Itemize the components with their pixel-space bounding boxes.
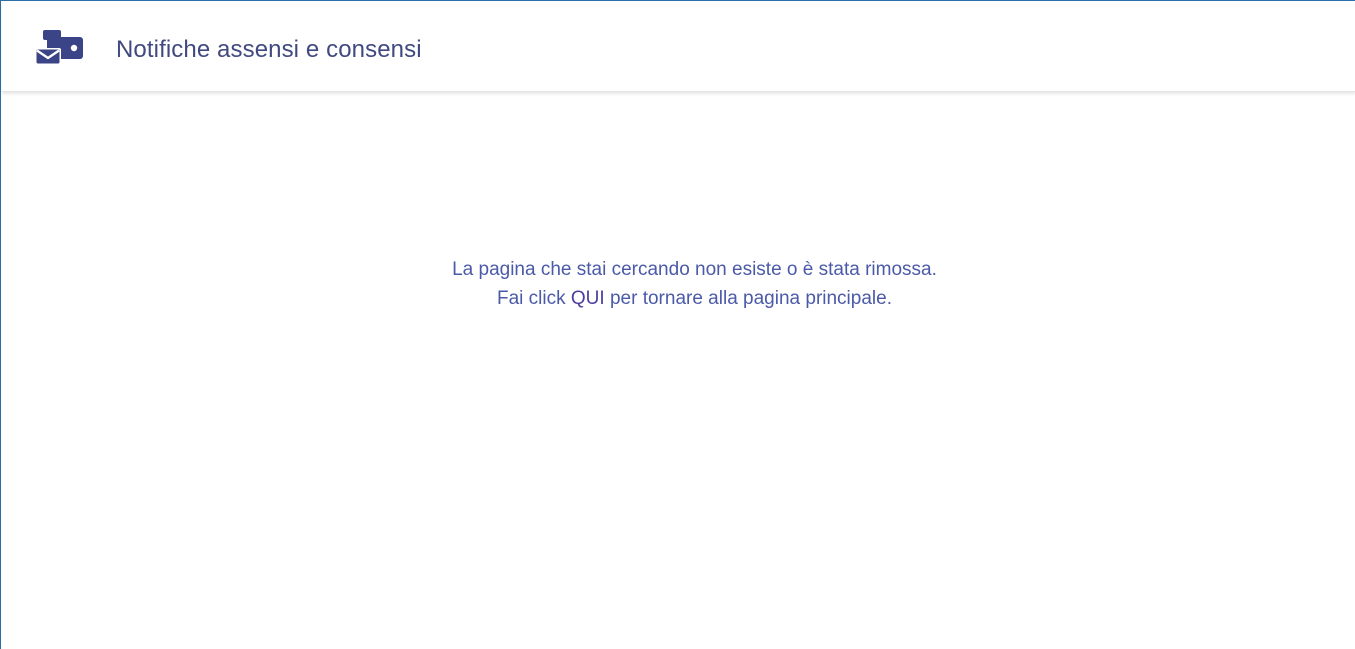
not-found-line-1: La pagina che stai cercando non esiste o… [452,259,937,280]
app-frame: Notifiche assensi e consensi La pagina c… [0,0,1355,649]
not-found-message: La pagina che stai cercando non esiste o… [1,255,1355,313]
page-title: Notifiche assensi e consensi [116,36,422,63]
line-2-prefix: Fai click [497,288,571,309]
not-found-line-2: Fai click QUI per tornare alla pagina pr… [1,284,1355,313]
page-header: Notifiche assensi e consensi [2,2,1355,92]
notifications-envelope-icon [35,30,83,72]
home-link-qui[interactable]: QUI [571,288,605,309]
line-2-suffix: per tornare alla pagina principale. [604,288,892,309]
